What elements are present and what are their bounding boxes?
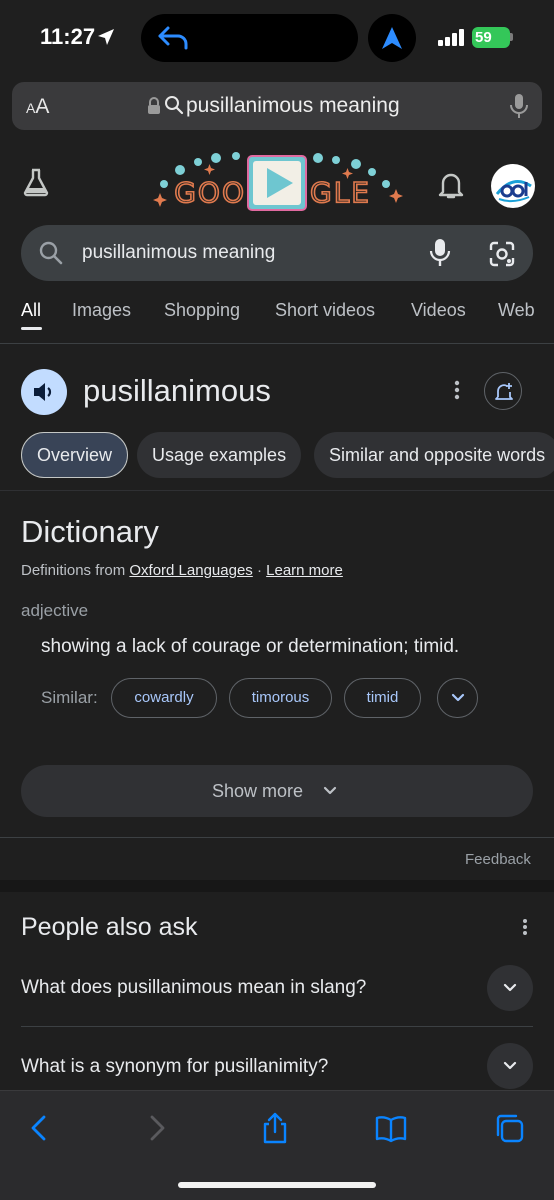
chevron-down-icon — [323, 786, 337, 795]
dictionary-title: Dictionary — [21, 514, 159, 549]
question-item[interactable]: What does pusillanimous mean in slang? — [21, 977, 366, 999]
oxford-languages-link[interactable]: Oxford Languages — [129, 562, 252, 579]
expand-question-button[interactable] — [487, 965, 533, 1011]
source-prefix: Definitions from — [21, 562, 130, 579]
home-indicator — [178, 1182, 376, 1188]
aa-big: A — [35, 95, 50, 118]
battery-indicator: 59 — [472, 27, 510, 48]
divider — [0, 837, 554, 838]
battery-level: 59 — [475, 29, 492, 46]
synonym-chip[interactable]: timorous — [229, 678, 332, 718]
navigation-arrow-icon — [382, 27, 402, 49]
search-icon — [39, 241, 63, 265]
dictionary-source: Definitions from Oxford Languages · Lear… — [21, 562, 343, 579]
cellular-signal-icon — [438, 29, 464, 46]
doodle-text-right: GLE — [310, 176, 371, 209]
part-of-speech: adjective — [21, 601, 89, 620]
voice-search-icon[interactable] — [429, 238, 451, 268]
doodle-text-left: GOO — [174, 176, 246, 209]
chip-similar-opposite[interactable]: Similar and opposite words — [314, 432, 554, 478]
search-tabs: All Images Shopping Short videos Videos … — [0, 300, 554, 330]
status-time: 11:27 — [40, 24, 96, 49]
tab-images[interactable]: Images — [72, 300, 131, 321]
aa-small: A — [26, 100, 36, 116]
tabs-icon[interactable] — [493, 1112, 527, 1144]
expand-question-button[interactable] — [487, 1043, 533, 1089]
notifications-bell-icon[interactable] — [437, 170, 465, 200]
chevron-down-icon — [503, 983, 517, 992]
chevron-down-icon — [451, 693, 465, 702]
show-more-label: Show more — [212, 781, 304, 801]
expand-synonyms-button[interactable] — [437, 678, 478, 718]
camera-lens-icon[interactable] — [488, 240, 516, 268]
share-icon[interactable] — [258, 1112, 292, 1144]
definition-text: showing a lack of courage or determinati… — [41, 636, 460, 657]
section-separator — [0, 880, 554, 892]
follow-alert-button[interactable] — [484, 372, 522, 410]
speaker-icon — [34, 383, 52, 401]
location-arrow-icon — [98, 29, 114, 45]
people-also-ask-title: People also ask — [21, 913, 198, 941]
pronunciation-button[interactable] — [21, 369, 67, 415]
tab-videos[interactable]: Videos — [411, 300, 466, 321]
similar-label: Similar: — [41, 688, 98, 707]
tab-shopping[interactable]: Shopping — [164, 300, 240, 321]
back-arrow-icon[interactable] — [156, 24, 190, 52]
microphone-icon[interactable] — [508, 93, 530, 119]
search-icon — [165, 96, 184, 115]
back-chevron-icon[interactable] — [22, 1112, 56, 1144]
source-separator: · — [252, 562, 267, 579]
search-input[interactable]: pusillanimous meaning — [82, 242, 275, 264]
feedback-link[interactable]: Feedback — [465, 851, 531, 868]
account-avatar[interactable] — [491, 164, 535, 208]
dictionary-word: pusillanimous — [83, 373, 271, 408]
tab-all[interactable]: All — [21, 300, 41, 321]
chevron-down-icon — [503, 1061, 517, 1070]
navigation-indicator[interactable] — [368, 14, 416, 62]
synonym-chip[interactable]: timid — [344, 678, 421, 718]
page-settings-button[interactable]: AA — [26, 95, 49, 119]
chip-usage-examples[interactable]: Usage examples — [137, 432, 302, 478]
bell-plus-icon — [495, 383, 513, 400]
divider — [0, 343, 554, 344]
tab-short-videos[interactable]: Short videos — [275, 300, 375, 321]
synonym-chip[interactable]: cowardly — [111, 678, 217, 718]
divider — [21, 1026, 533, 1027]
bookmarks-icon[interactable] — [374, 1112, 408, 1144]
chip-overview[interactable]: Overview — [21, 432, 129, 478]
active-tab-indicator — [21, 327, 42, 330]
lock-icon — [148, 97, 160, 114]
question-item[interactable]: What is a synonym for pusillanimity? — [21, 1056, 328, 1078]
flask-icon[interactable] — [22, 167, 50, 197]
tab-web[interactable]: Web — [498, 300, 535, 321]
forward-chevron-icon[interactable] — [140, 1112, 174, 1144]
battery-tip — [510, 33, 513, 41]
divider — [0, 490, 554, 491]
account-logo-icon — [495, 180, 532, 203]
more-options-icon[interactable] — [447, 376, 467, 404]
more-options-icon[interactable] — [517, 916, 533, 938]
address-bar-text[interactable]: pusillanimous meaning — [186, 94, 400, 118]
learn-more-link[interactable]: Learn more — [266, 562, 343, 579]
google-doodle[interactable]: GOO GLE — [150, 150, 404, 216]
